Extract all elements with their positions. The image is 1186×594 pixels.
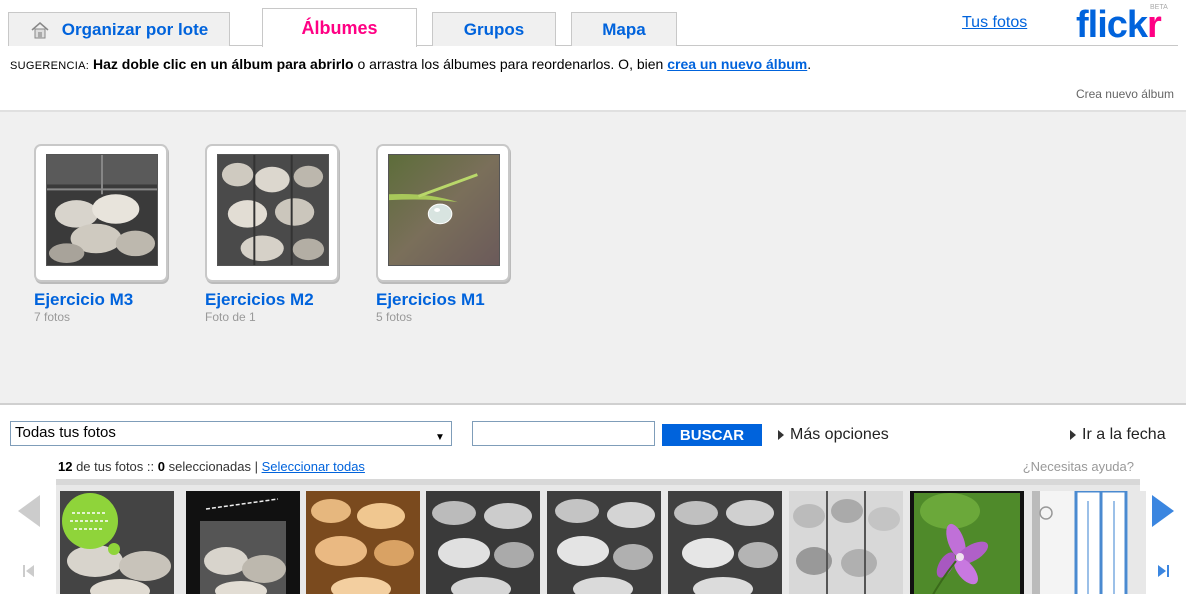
photo-total: 12 — [58, 459, 73, 474]
album-card[interactable]: Ejercicio M3 7 fotos — [34, 144, 174, 324]
photo-thumbnail[interactable] — [1032, 491, 1146, 594]
search-input[interactable] — [472, 421, 655, 446]
photo-source-select[interactable]: Todas tus fotos ▼ — [10, 421, 452, 446]
tab-label: Grupos — [463, 19, 525, 39]
photo-thumbnail[interactable] — [60, 491, 174, 594]
photo-thumbnail[interactable] — [668, 491, 782, 594]
flickr-logo[interactable]: flickr BETA — [1076, 4, 1168, 47]
photo-thumbnail[interactable] — [186, 491, 300, 594]
go-to-date-label: Ir a la fecha — [1082, 426, 1166, 443]
album-card[interactable]: Ejercicios M1 5 fotos — [376, 144, 516, 324]
more-options-toggle[interactable]: Más opciones — [778, 426, 889, 444]
album-count: 5 fotos — [376, 310, 413, 324]
tab-albums[interactable]: Álbumes — [262, 8, 417, 47]
hint-text: o arrastra los álbumes para reordenarlos… — [353, 56, 668, 72]
your-photos-link[interactable]: Tus fotos — [962, 14, 1027, 32]
photo-thumbnail[interactable] — [547, 491, 661, 594]
more-options-label: Más opciones — [790, 426, 889, 443]
expand-arrow-icon — [1070, 429, 1076, 440]
album-frame — [34, 144, 168, 282]
photo-strip — [56, 479, 1146, 594]
photo-thumbnail[interactable] — [426, 491, 540, 594]
album-frame — [205, 144, 339, 282]
tab-label: Mapa — [602, 19, 646, 39]
expand-arrow-icon — [778, 429, 784, 440]
album-title[interactable]: Ejercicios M1 — [376, 290, 516, 310]
search-button[interactable]: BUSCAR — [662, 424, 762, 446]
photo-thumbnail[interactable] — [306, 491, 420, 594]
album-thumbnail — [388, 154, 500, 266]
tab-map[interactable]: Mapa — [571, 12, 677, 46]
tab-bar: Organizar por lote Álbumes Grupos Mapa T… — [0, 0, 1186, 47]
tab-organize-batch[interactable]: Organizar por lote — [8, 12, 230, 46]
new-album-link[interactable]: Crea nuevo álbum — [1076, 87, 1174, 101]
selection-status: 12 de tus fotos :: 0 seleccionadas | Sel… — [58, 459, 365, 474]
status-text: de tus fotos :: — [72, 459, 158, 474]
scroll-left-icon[interactable] — [18, 495, 40, 527]
album-count: Foto de 1 — [205, 310, 256, 324]
album-thumbnail — [217, 154, 329, 266]
status-text: seleccionadas | — [164, 459, 262, 474]
photo-picker: Todas tus fotos ▼ BUSCAR Más opciones Ir… — [0, 407, 1186, 594]
select-all-link[interactable]: Seleccionar todas — [262, 459, 365, 474]
hint-end: . — [807, 56, 812, 72]
hint-line: SUGERENCIA: Haz doble clic en un álbum p… — [10, 56, 811, 72]
album-card[interactable]: Ejercicios M2 Foto de 1 — [205, 144, 345, 324]
album-title[interactable]: Ejercicio M3 — [34, 290, 174, 310]
tab-label: Álbumes — [301, 17, 378, 38]
selected-count: 0 — [157, 459, 165, 474]
go-to-date-toggle[interactable]: Ir a la fecha — [1070, 426, 1166, 444]
hint-prefix: SUGERENCIA: — [10, 60, 90, 72]
album-count: 7 fotos — [34, 310, 71, 324]
album-area: Ejercicio M3 7 fotos Ejercicios M2 Foto … — [0, 110, 1186, 405]
home-icon — [31, 21, 49, 38]
last-page-icon[interactable] — [1156, 563, 1170, 579]
photo-thumbnail[interactable] — [910, 491, 1024, 594]
tab-groups[interactable]: Grupos — [432, 12, 556, 46]
album-thumbnail — [46, 154, 158, 266]
album-title[interactable]: Ejercicios M2 — [205, 290, 345, 310]
beta-label: BETA — [1150, 4, 1168, 11]
create-album-link[interactable]: crea un nuevo álbum — [667, 56, 807, 72]
scroll-right-icon[interactable] — [1152, 495, 1174, 527]
first-page-icon[interactable] — [22, 563, 36, 579]
help-link[interactable]: ¿Necesitas ayuda? — [1023, 459, 1134, 474]
select-value: Todas tus fotos — [15, 424, 116, 441]
album-frame — [376, 144, 510, 282]
chevron-down-icon[interactable]: ▼ — [431, 424, 449, 443]
hint-bold: Haz doble clic en un álbum para abrirlo — [92, 56, 354, 72]
logo-text: flick — [1076, 4, 1148, 46]
photo-thumbnail[interactable] — [789, 491, 903, 594]
tab-label: Organizar por lote — [61, 19, 209, 39]
